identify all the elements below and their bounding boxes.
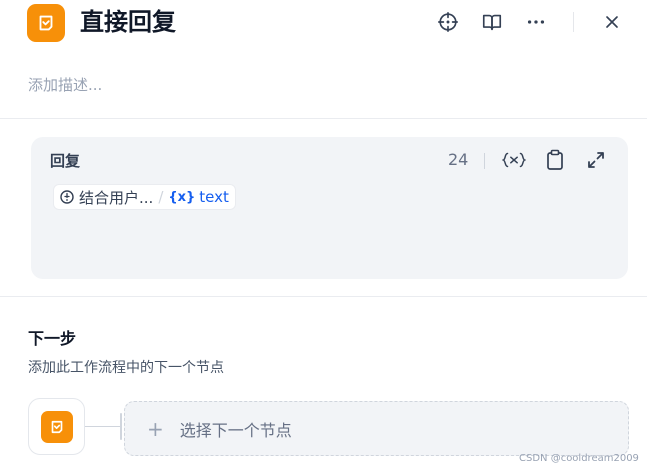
- current-node: [28, 398, 85, 455]
- book-icon[interactable]: [479, 9, 505, 35]
- reply-badge-icon: [39, 15, 53, 31]
- divider: [0, 296, 647, 297]
- panel-header: 直接回复: [0, 0, 647, 60]
- divider: [0, 118, 647, 119]
- header-divider: [573, 12, 574, 32]
- reply-node-icon: [40, 410, 73, 443]
- variable-name: text: [199, 188, 229, 206]
- expand-icon[interactable]: [584, 148, 608, 172]
- variable-reference-chip[interactable]: 结合用户... / {x} text: [53, 184, 236, 210]
- clipboard-icon[interactable]: [543, 148, 567, 172]
- more-icon[interactable]: [523, 9, 549, 35]
- source-node-name: 结合用户...: [79, 188, 154, 207]
- reply-node-icon: [27, 4, 65, 42]
- llm-node-icon: [60, 190, 74, 204]
- next-step-description: 添加此工作流程中的下一个节点: [28, 360, 224, 376]
- insert-variable-icon[interactable]: [502, 148, 526, 172]
- count-divider: [484, 153, 485, 169]
- crosshair-icon[interactable]: [435, 9, 461, 35]
- next-step-title: 下一步: [28, 329, 77, 348]
- description-input[interactable]: 添加描述...: [28, 74, 102, 95]
- node-title[interactable]: 直接回复: [80, 6, 176, 38]
- reply-label: 回复: [50, 152, 81, 170]
- variable-icon: {x}: [168, 189, 196, 205]
- node-connector: [85, 426, 121, 427]
- close-icon[interactable]: [599, 9, 625, 35]
- char-count: 24: [448, 150, 469, 169]
- chip-separator: /: [158, 188, 164, 206]
- select-next-node-label: 选择下一个节点: [179, 420, 292, 440]
- watermark: CSDN @cooldream2009: [519, 453, 639, 464]
- connector-handle: [120, 413, 122, 440]
- reply-editor[interactable]: 回复 24 结合用户... / {x} text: [31, 137, 628, 279]
- select-next-node-button[interactable]: + 选择下一个节点: [124, 401, 629, 456]
- plus-icon: +: [147, 416, 164, 441]
